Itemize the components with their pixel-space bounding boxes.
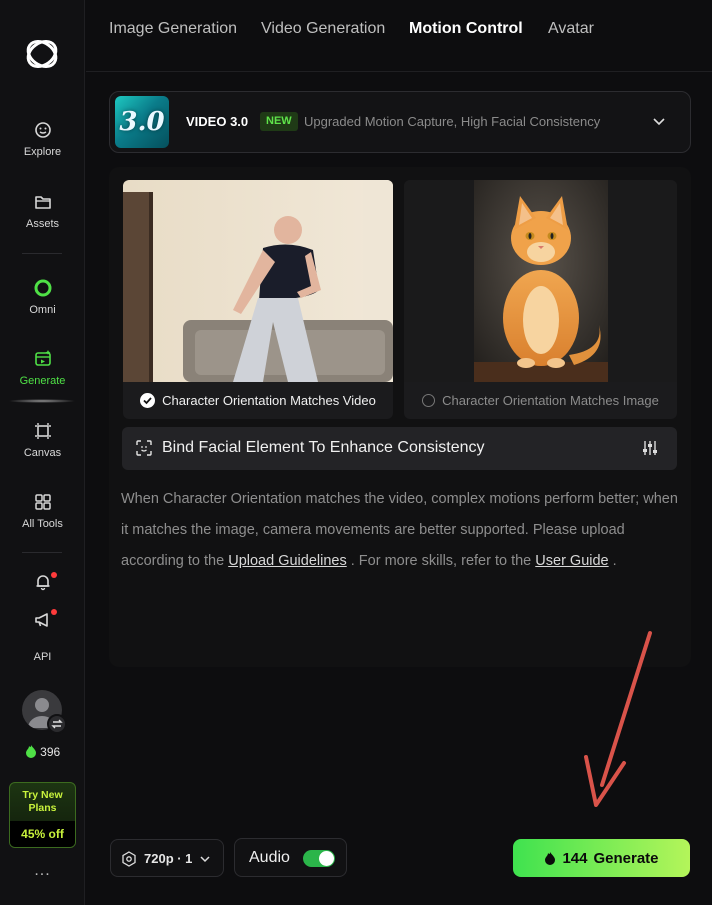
active-indicator: [8, 399, 76, 403]
tab-image-generation[interactable]: Image Generation: [109, 20, 237, 38]
credits-count: 396: [40, 745, 61, 759]
model-thumbnail-text: 3.0: [119, 107, 165, 137]
promo-discount: 45% off: [10, 821, 75, 847]
sidebar-item-label: Explore: [23, 146, 62, 158]
sidebar-divider: [22, 253, 62, 254]
bind-facial-element-row[interactable]: Bind Facial Element To Enhance Consisten…: [122, 427, 677, 470]
credits-balance[interactable]: 396: [0, 744, 85, 759]
help-text-part: . For more skills, refer to the: [346, 553, 536, 569]
upload-guidelines-link[interactable]: Upload Guidelines: [228, 553, 347, 569]
sidebar-item-all-tools[interactable]: All Tools: [0, 492, 85, 530]
sidebar-item-canvas[interactable]: Canvas: [0, 421, 85, 459]
sidebar-item-label: All Tools: [22, 518, 63, 530]
model-description: Upgraded Motion Capture, High Facial Con…: [304, 114, 601, 129]
sidebar-item-api[interactable]: API: [0, 651, 85, 663]
model-thumbnail: 3.0: [115, 96, 169, 148]
help-text-part: .: [608, 553, 617, 569]
sidebar-item-notifications[interactable]: [0, 572, 85, 598]
sidebar-item-assets[interactable]: Assets: [0, 192, 85, 230]
generate-icon: [34, 350, 51, 366]
promo-banner[interactable]: Try New Plans 45% off: [9, 782, 76, 848]
image-orientation-label: Character Orientation Matches Image: [442, 393, 659, 408]
motion-control-panel: Character Orientation Matches Video Char…: [109, 167, 691, 667]
resolution-value: 720p · 1: [144, 851, 193, 866]
video-orientation-label: Character Orientation Matches Video: [162, 393, 376, 408]
sidebar-item-label: API: [33, 651, 52, 663]
audio-label: Audio: [249, 849, 290, 866]
chevron-down-icon: [200, 856, 210, 863]
promo-title: Try New Plans: [22, 789, 63, 814]
sidebar-item-label: Generate: [19, 375, 66, 387]
image-orientation-option[interactable]: Character Orientation Matches Image: [404, 382, 677, 419]
announcement-badge: [51, 609, 57, 615]
radio-unselected-icon: [422, 394, 436, 407]
new-badge: NEW: [260, 112, 298, 131]
folder-icon: [34, 196, 51, 209]
canvas-icon: [34, 423, 51, 439]
tab-motion-control[interactable]: Motion Control: [409, 20, 523, 38]
generate-button[interactable]: 144 Generate: [513, 839, 690, 877]
user-guide-link[interactable]: User Guide: [535, 553, 608, 569]
image-orientation-card[interactable]: Character Orientation Matches Image: [404, 180, 677, 419]
more-menu-button[interactable]: ...: [0, 862, 85, 880]
hexagon-settings-icon: [122, 851, 136, 867]
help-text: When Character Orientation matches the v…: [121, 484, 681, 577]
generate-label: Generate: [593, 849, 659, 867]
reference-image-thumbnail: [404, 180, 677, 382]
model-selector[interactable]: 3.0 VIDEO 3.0 NEW Upgraded Motion Captur…: [109, 91, 691, 153]
sidebar-item-label: Canvas: [23, 447, 62, 459]
sidebar-item-label: Assets: [25, 218, 59, 230]
sidebar-item-omni[interactable]: Omni: [0, 278, 85, 316]
switch-account-icon[interactable]: [47, 714, 67, 734]
generate-cost: 144: [562, 849, 588, 867]
model-name: VIDEO 3.0: [186, 114, 249, 129]
tab-avatar[interactable]: Avatar: [548, 20, 594, 38]
sidebar-item-generate[interactable]: Generate: [0, 349, 85, 387]
tab-video-generation[interactable]: Video Generation: [261, 20, 385, 38]
reference-video-thumbnail: [123, 180, 393, 382]
megaphone-icon: [34, 613, 48, 627]
grid-icon: [34, 494, 51, 510]
omni-ring-icon: [34, 279, 51, 297]
notification-badge: [51, 572, 57, 578]
video-orientation-option[interactable]: Character Orientation Matches Video: [123, 382, 393, 419]
bell-icon: [36, 575, 49, 591]
face-scan-icon: [136, 440, 152, 456]
sidebar-item-label: Omni: [29, 304, 56, 316]
audio-toggle-switch[interactable]: [303, 850, 335, 867]
compass-smile-icon: [34, 122, 51, 138]
resolution-selector[interactable]: 720p · 1: [110, 839, 224, 877]
toggle-knob: [319, 851, 334, 866]
flame-icon: [25, 745, 36, 758]
chevron-down-icon[interactable]: [652, 114, 666, 128]
checkmark-icon: [140, 393, 156, 408]
sidebar-divider: [22, 552, 62, 553]
sidebar-item-explore[interactable]: Explore: [0, 120, 85, 158]
video-orientation-card[interactable]: Character Orientation Matches Video: [123, 180, 393, 419]
sliders-icon[interactable]: [641, 439, 659, 457]
sidebar-item-announcements[interactable]: [0, 610, 85, 636]
sidebar: Explore Assets Omni Generate Canvas All …: [0, 0, 85, 905]
app-logo-icon[interactable]: [22, 34, 62, 74]
mode-tabs: Image Generation Video Generation Motion…: [86, 0, 712, 72]
bind-facial-label: Bind Facial Element To Enhance Consisten…: [162, 439, 485, 456]
audio-toggle-control[interactable]: Audio: [234, 838, 347, 877]
flame-icon: [545, 852, 556, 865]
